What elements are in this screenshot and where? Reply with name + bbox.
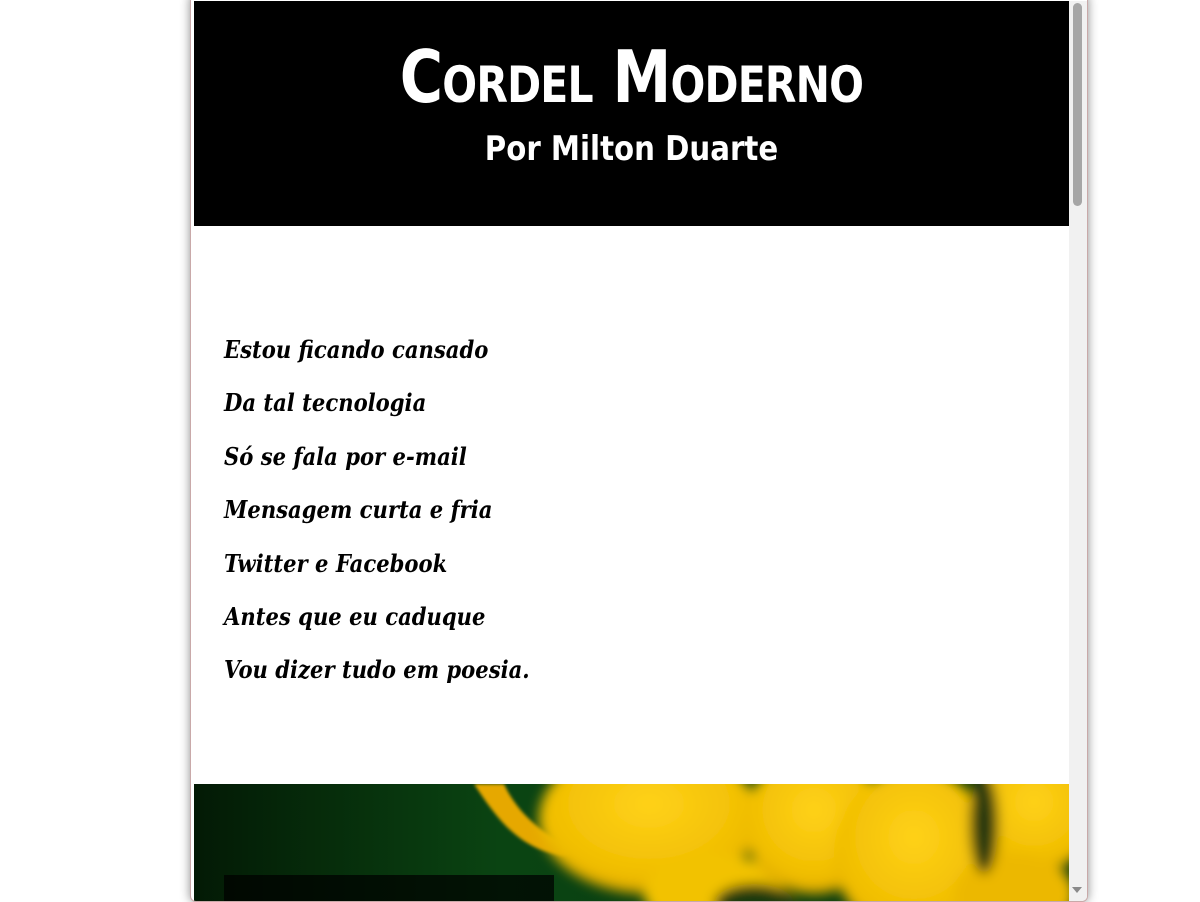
site-subtitle: Por Milton Duarte <box>484 129 779 169</box>
poem-verse: Só se fala por e-mail <box>224 441 467 471</box>
scrollbar-thumb[interactable] <box>1073 3 1082 206</box>
site-title: Cordel Moderno <box>399 35 864 119</box>
flower-photo <box>194 784 1069 901</box>
poem-verse: Mensagem curta e fria <box>224 495 493 525</box>
poem-verse: Estou ficando cansado <box>224 335 489 364</box>
poem-verse: Da tal tecnologia <box>224 388 427 418</box>
poem-verse: Vou dizer tudo em poesia. <box>224 655 530 685</box>
image-caption-box <box>224 875 554 901</box>
poem-verse: Antes que eu caduque <box>224 601 486 631</box>
site-header: Cordel Moderno Por Milton Duarte <box>194 1 1069 226</box>
chevron-down-icon[interactable] <box>1072 887 1082 893</box>
poem: Estou ficando cansado Da tal tecnologia … <box>224 323 571 697</box>
vertical-scrollbar[interactable] <box>1069 1 1087 901</box>
poem-verse: Twitter e Facebook <box>224 548 448 578</box>
page-viewport[interactable]: Cordel Moderno Por Milton Duarte Estou f… <box>194 1 1069 901</box>
browser-window: Cordel Moderno Por Milton Duarte Estou f… <box>190 0 1088 902</box>
